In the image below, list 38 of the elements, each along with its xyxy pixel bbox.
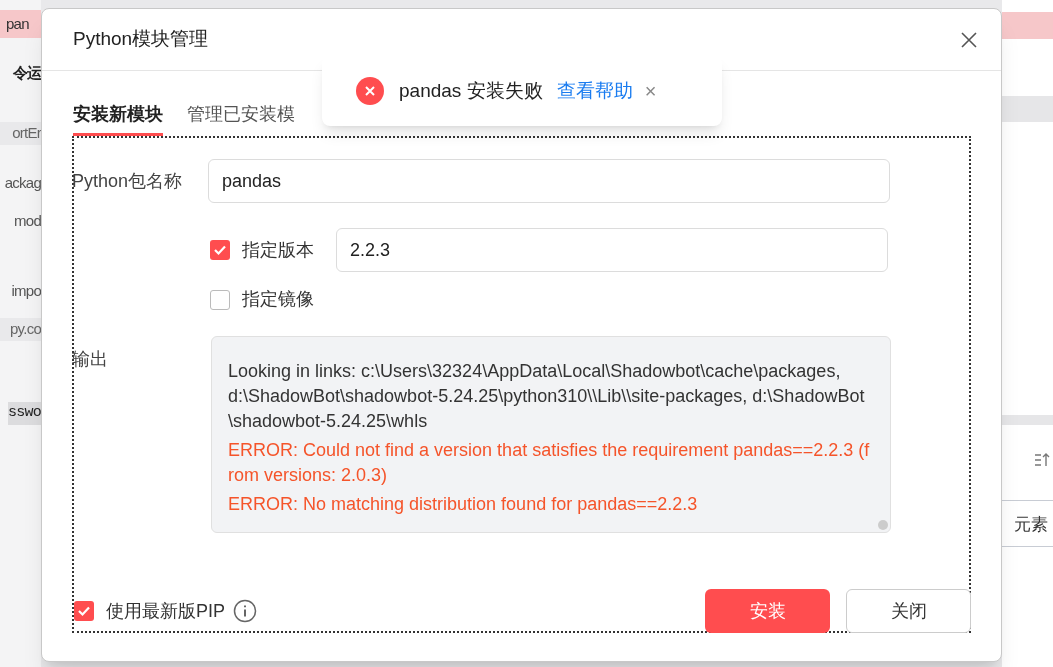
input-field[interactable]: pandas (208, 159, 890, 203)
check-icon (213, 243, 227, 257)
background-text: 令运 (12, 63, 41, 83)
background-text: sswo (8, 402, 41, 425)
toast-message: pandas 安装失败 (399, 78, 543, 103)
close-button[interactable]: 关闭 (846, 589, 971, 633)
checkbox[interactable] (210, 240, 230, 260)
field-label: 输出 (72, 348, 109, 371)
close-button[interactable]: × (644, 81, 657, 101)
highlighted-row (1002, 12, 1053, 39)
background-text: impo (11, 281, 41, 301)
header-bar (1002, 96, 1053, 122)
output-text: ERROR: Could not find a version that satisfies the requirement pandas==2.2.3 (from versions: 2.0.3) (228, 439, 871, 487)
background-text: 元素 (1014, 514, 1048, 536)
check-icon (77, 604, 91, 618)
error-icon (356, 77, 384, 105)
info-icon[interactable] (233, 599, 257, 623)
tab[interactable]: 管理已安装模 (187, 101, 295, 136)
input-field[interactable]: 2.2.3 (336, 228, 888, 272)
sort-icon[interactable] (1034, 452, 1050, 468)
background-text: py.co (0, 318, 41, 341)
scroll-thumb[interactable] (878, 520, 888, 530)
checkbox-label: 指定镜像 (242, 288, 314, 311)
checkbox[interactable] (210, 289, 230, 310)
output-text: ERROR: No matching distribution found for pandas==2.2.3 (228, 493, 699, 516)
checkbox[interactable] (74, 601, 94, 621)
background-text: pan (0, 10, 41, 38)
background-text: ackag (4, 173, 41, 193)
tab[interactable]: 安装新模块 (73, 101, 163, 136)
help-link[interactable]: 查看帮助 (556, 76, 633, 106)
output-text: Looking in links: c:\Users\32324\AppData\Local\Shadowbot\cache\packages, d:\ShadowBot\shadowbot-5.24.25\python310\\Lib\\site-packages, d:\ShadowBot\shadowbot-5.24.25\whls (228, 360, 866, 433)
background-text: ortEr (0, 122, 41, 145)
checkbox-label: 指定版本 (242, 238, 315, 262)
dialog-title: Python模块管理 (73, 27, 209, 52)
background-text: mod (14, 211, 41, 231)
field-label: Python包名称 (72, 169, 184, 193)
panel-bar (1002, 415, 1053, 425)
checkbox-label: 使用最新版PIP (106, 599, 225, 623)
